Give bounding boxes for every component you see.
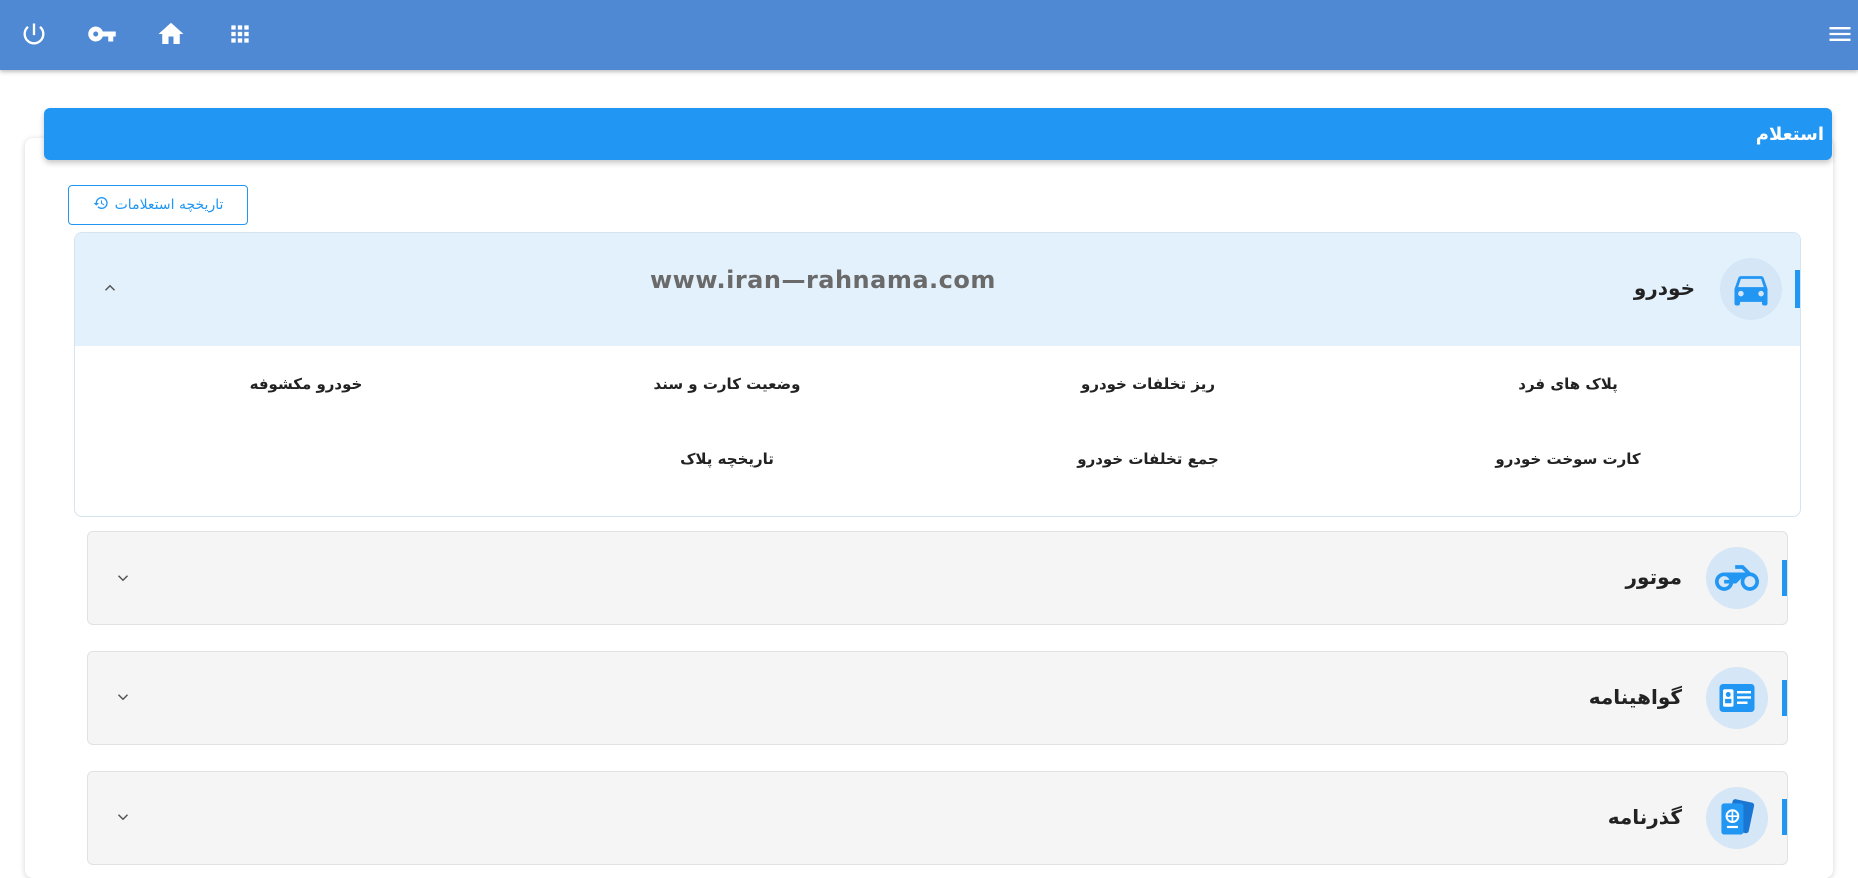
item-fuel-card[interactable]: کارت سوخت خودرو <box>1418 450 1718 468</box>
section-car-title: خودرو <box>1633 276 1695 300</box>
item-found-car[interactable]: خودرو مکشوفه <box>156 375 456 393</box>
chevron-down-icon[interactable] <box>111 685 135 709</box>
inquiry-history-button[interactable]: تاریخچه استعلامات <box>68 185 248 225</box>
history-icon <box>93 195 109 215</box>
passport-icon <box>1706 787 1768 849</box>
section-license-title: گواهینامه <box>1588 685 1682 709</box>
item-odd-plates[interactable]: پلاک های فرد <box>1418 375 1718 393</box>
power-icon[interactable] <box>16 16 52 52</box>
item-car-violations-detail[interactable]: ریز تخلفات خودرو <box>998 375 1298 393</box>
apps-grid-icon[interactable] <box>222 16 258 52</box>
chevron-up-icon[interactable] <box>98 276 122 300</box>
chevron-down-icon[interactable] <box>111 805 135 829</box>
home-icon[interactable] <box>153 16 189 52</box>
item-car-violations-total[interactable]: جمع تخلفات خودرو <box>998 450 1298 468</box>
card-title: استعلام <box>1755 123 1824 145</box>
section-motorcycle-panel[interactable] <box>87 531 1788 625</box>
key-icon[interactable] <box>84 16 120 52</box>
section-passport-accent <box>1782 799 1787 835</box>
section-license-accent <box>1782 680 1787 716</box>
license-card-icon <box>1706 667 1768 729</box>
section-motorcycle-title: موتور <box>1625 565 1682 589</box>
section-motorcycle-accent <box>1782 560 1787 596</box>
motorcycle-icon <box>1706 547 1768 609</box>
item-plate-history[interactable]: تاریخچه پلاک <box>577 450 877 468</box>
section-car-accent <box>1795 270 1800 308</box>
chevron-down-icon[interactable] <box>111 566 135 590</box>
section-license-panel[interactable] <box>87 651 1788 745</box>
item-card-document-status[interactable]: وضعیت کارت و سند <box>577 375 877 393</box>
car-icon <box>1720 258 1782 320</box>
section-passport-panel[interactable] <box>87 771 1788 865</box>
menu-icon[interactable] <box>1822 16 1858 52</box>
history-button-label: تاریخچه استعلامات <box>114 197 224 213</box>
watermark: www.iran—rahnama.com <box>650 266 996 294</box>
card-header: استعلام <box>44 108 1832 160</box>
section-passport-title: گذرنامه <box>1607 805 1682 829</box>
top-bar <box>0 0 1858 70</box>
